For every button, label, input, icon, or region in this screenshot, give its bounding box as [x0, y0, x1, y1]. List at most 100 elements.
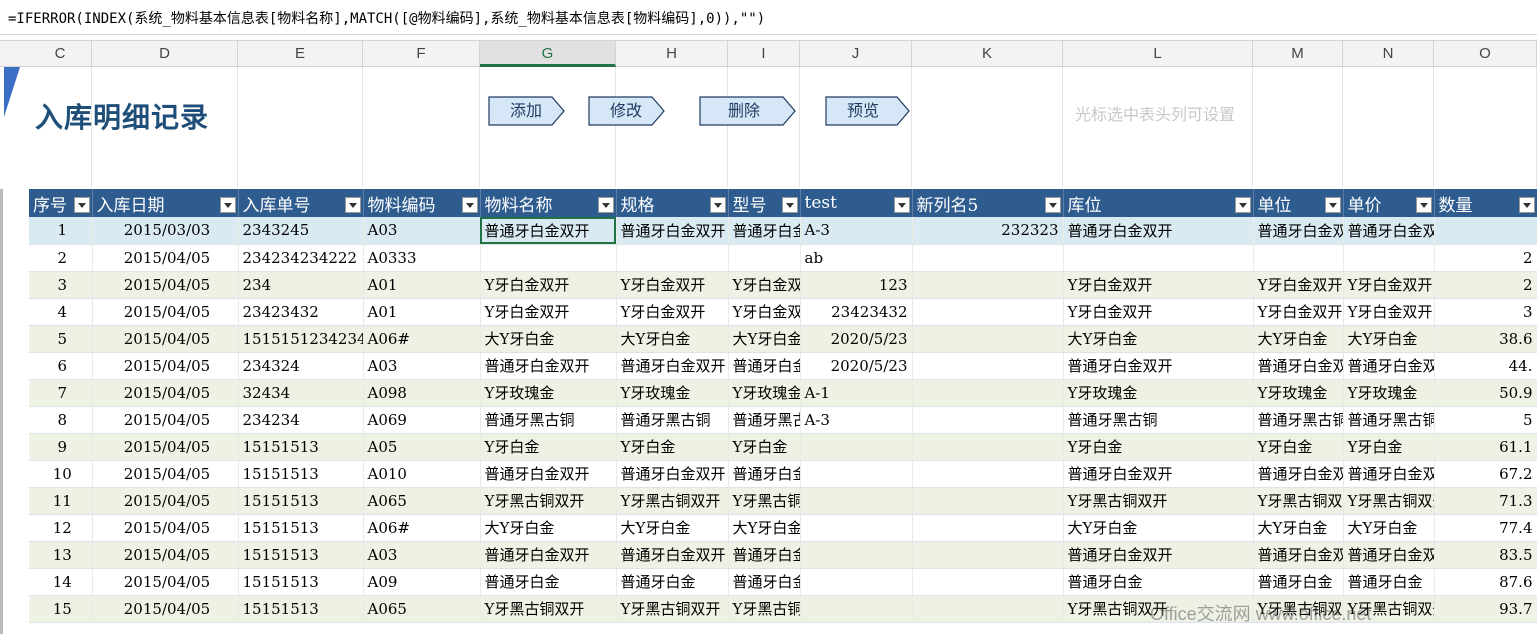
table-cell[interactable]: 普通牙白金双开 [728, 217, 801, 245]
table-cell[interactable]: Y牙白金双开 [1343, 271, 1435, 299]
table-cell[interactable]: 2015/04/05 [92, 487, 239, 515]
table-cell[interactable]: A01 [363, 298, 481, 326]
table-cell[interactable]: Y牙白金 [1343, 433, 1435, 461]
table-cell[interactable]: 普通牙白金双开 [1343, 541, 1435, 569]
table-cell[interactable]: Y牙玫瑰金 [616, 379, 729, 407]
table-header-cell[interactable]: 新列名5 [912, 189, 1064, 217]
table-cell[interactable]: 15151513 [238, 541, 364, 569]
table-cell[interactable]: Y牙白金 [480, 433, 617, 461]
table-cell[interactable]: 大Y牙白金 [616, 325, 729, 353]
table-cell[interactable] [912, 460, 1064, 488]
table-cell[interactable]: 87.6 [1434, 568, 1537, 596]
table-header-cell[interactable]: 型号 [728, 189, 801, 217]
filter-dropdown-icon[interactable] [1044, 197, 1061, 213]
table-cell[interactable] [912, 298, 1064, 326]
table-cell[interactable]: A05 [363, 433, 481, 461]
table-cell[interactable]: 6 [29, 352, 93, 380]
table-cell[interactable]: 普通牙白金 [480, 568, 617, 596]
table-cell[interactable]: 普通牙黑古铜 [1253, 406, 1344, 434]
table-row[interactable]: 12 2015/04/05 15151513 A06# 大Y牙白金 大Y牙白金 大Y牙白金大… [29, 514, 1537, 542]
table-cell[interactable] [912, 514, 1064, 542]
table-cell[interactable]: 12 [29, 514, 93, 542]
table-cell[interactable]: 93.7 [1434, 595, 1537, 623]
table-cell[interactable]: 2015/04/05 [92, 514, 239, 542]
table-cell[interactable]: 5 [29, 325, 93, 353]
table-cell[interactable]: 普通牙白金双开 [480, 541, 617, 569]
table-cell[interactable]: 普通牙白金双开 [616, 541, 729, 569]
table-cell[interactable]: 普通牙白金双开 [1343, 460, 1435, 488]
table-cell[interactable]: A-3 [800, 406, 913, 434]
table-cell[interactable] [800, 487, 913, 515]
table-cell[interactable] [800, 514, 913, 542]
table-cell[interactable]: 83.5 [1434, 541, 1537, 569]
table-cell[interactable] [616, 244, 729, 272]
table-cell[interactable]: 普通牙白金双开 [1343, 217, 1435, 245]
table-header-cell[interactable]: 物料名称 [480, 189, 617, 217]
table-cell[interactable]: 2020/5/23 [800, 352, 913, 380]
table-cell[interactable] [1434, 217, 1537, 245]
table-header-cell[interactable]: 物料编码 [363, 189, 481, 217]
table-cell[interactable]: Y牙白金双开 [1063, 298, 1254, 326]
table-cell[interactable]: 2015/03/03 [92, 217, 239, 245]
table-row[interactable]: 62015/04/05234324A03普通牙白金双开普通牙白金双开普通牙白金双… [29, 352, 1537, 380]
filter-dropdown-icon[interactable] [1415, 197, 1432, 213]
column-header-m[interactable]: M [1253, 41, 1343, 67]
table-cell[interactable]: A069 [363, 406, 481, 434]
table-cell[interactable]: 1515151234234 [238, 325, 364, 353]
table-cell[interactable] [912, 271, 1064, 299]
table-cell[interactable]: 23423432 [238, 298, 364, 326]
table-cell[interactable]: 2015/04/05 [92, 433, 239, 461]
table-cell[interactable]: Y牙玫瑰金 [1343, 379, 1435, 407]
table-cell[interactable]: 大Y牙白金 [1343, 325, 1435, 353]
table-cell[interactable]: 15151513 [238, 460, 364, 488]
table-cell[interactable]: A09 [363, 568, 481, 596]
table-cell[interactable]: Y牙白金双开 [728, 271, 801, 299]
table-cell[interactable] [1343, 244, 1435, 272]
table-cell[interactable]: A-1 [800, 379, 913, 407]
table-cell[interactable]: 普通牙黑古铜 [616, 406, 729, 434]
table-cell[interactable]: Y牙白金双开 [480, 271, 617, 299]
table-cell[interactable]: A01 [363, 271, 481, 299]
column-header-j[interactable]: J [800, 41, 912, 67]
table-cell[interactable] [912, 325, 1064, 353]
table-cell[interactable]: 普通牙白金双开 [1343, 352, 1435, 380]
table-cell[interactable]: Y牙玫瑰金 [1063, 379, 1254, 407]
table-cell[interactable]: Y牙白金双开 [1253, 298, 1344, 326]
table-row[interactable]: 10 2015/04/05 15151513 A010 普通牙白金双开 普通牙白金双开 普通… [29, 460, 1537, 488]
table-cell[interactable]: Y牙黑古铜双开 [616, 595, 729, 623]
table-cell[interactable]: Y牙玫瑰金 [1253, 379, 1344, 407]
table-cell[interactable]: 2015/04/05 [92, 379, 239, 407]
table-cell[interactable]: 普通牙白金双开 [1063, 352, 1254, 380]
table-cell[interactable]: 普通牙白金双开 [1063, 460, 1254, 488]
table-cell[interactable]: Y牙白金双开 [1253, 271, 1344, 299]
table-cell[interactable]: 普通牙白金 [1343, 568, 1435, 596]
table-cell[interactable]: 13 [29, 541, 93, 569]
table-cell[interactable]: Y牙黑古铜双开 [480, 487, 617, 515]
table-cell[interactable]: Y牙白金双开 [728, 298, 801, 326]
table-cell[interactable]: 2015/04/05 [92, 352, 239, 380]
table-row[interactable]: 13 2015/04/05 15151513 A03 普通牙白金双开 普通牙白金双开 普通牙… [29, 541, 1537, 569]
table-cell[interactable]: A0333 [363, 244, 481, 272]
column-header-h[interactable]: H [616, 41, 728, 67]
table-cell[interactable]: 77.4 [1434, 514, 1537, 542]
filter-dropdown-icon[interactable] [1518, 197, 1535, 213]
filter-dropdown-icon[interactable] [893, 197, 910, 213]
table-cell[interactable]: 普通牙白金 [1063, 568, 1254, 596]
table-cell[interactable]: Y牙黑古铜双开 [1253, 487, 1344, 515]
table-cell[interactable]: 大Y牙白金 [1343, 514, 1435, 542]
filter-dropdown-icon[interactable] [781, 197, 798, 213]
table-cell[interactable]: 3 [29, 271, 93, 299]
table-cell[interactable]: 3 [1434, 298, 1537, 326]
filter-dropdown-icon[interactable] [709, 197, 726, 213]
table-row[interactable]: 142015/04/0515151513A09普通牙白金普通牙白金普通牙白金普通… [29, 568, 1537, 596]
table-cell[interactable]: 2 [29, 244, 93, 272]
column-header-k[interactable]: K [912, 41, 1063, 67]
filter-dropdown-icon[interactable] [1324, 197, 1341, 213]
table-cell[interactable]: 8 [29, 406, 93, 434]
table-cell[interactable]: 67.2 [1434, 460, 1537, 488]
table-cell[interactable]: 普通牙白金 [728, 568, 801, 596]
table-header-cell[interactable]: 数量 [1434, 189, 1537, 217]
filter-dropdown-icon[interactable] [73, 197, 90, 213]
table-cell[interactable]: 2015/04/05 [92, 541, 239, 569]
table-cell[interactable] [1063, 244, 1254, 272]
